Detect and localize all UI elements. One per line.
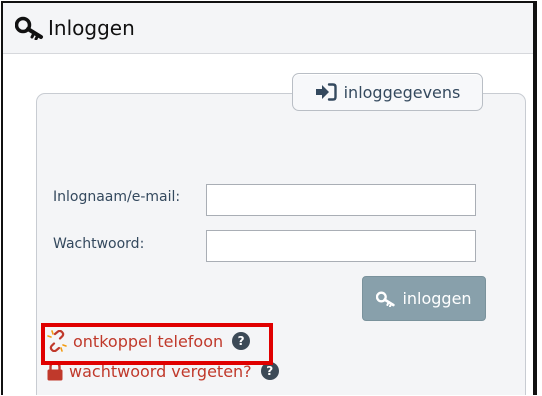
password-label: Wachtwoord: [53,236,145,252]
key-icon [15,16,43,40]
page-title: Inloggen [48,16,135,40]
forgot-password-link[interactable]: wachtwoord vergeten? ? [46,361,279,381]
login-button-label: inloggen [402,289,472,308]
login-panel: Inloggen inloggegevens Inlognaam/e-mail:… [1,1,537,395]
username-label: Inlognaam/e-mail: [53,189,181,205]
lock-icon [47,361,63,381]
key-icon [376,291,396,307]
help-icon[interactable]: ? [232,332,251,350]
broken-link-icon [47,330,67,352]
panel-header: Inloggen [3,3,533,54]
credentials-toggle-button[interactable]: inloggegevens [292,73,483,111]
help-icon[interactable]: ? [260,362,279,380]
unlink-phone-link[interactable]: ontkoppel telefoon ? [46,330,251,352]
username-input[interactable] [206,184,476,216]
sign-in-icon [315,83,337,101]
password-input[interactable] [206,230,476,262]
login-button[interactable]: inloggen [362,276,486,321]
forgot-password-label: wachtwoord vergeten? [69,361,252,381]
credentials-toggle-label: inloggegevens [343,82,461,102]
unlink-phone-label: ontkoppel telefoon [73,331,224,351]
